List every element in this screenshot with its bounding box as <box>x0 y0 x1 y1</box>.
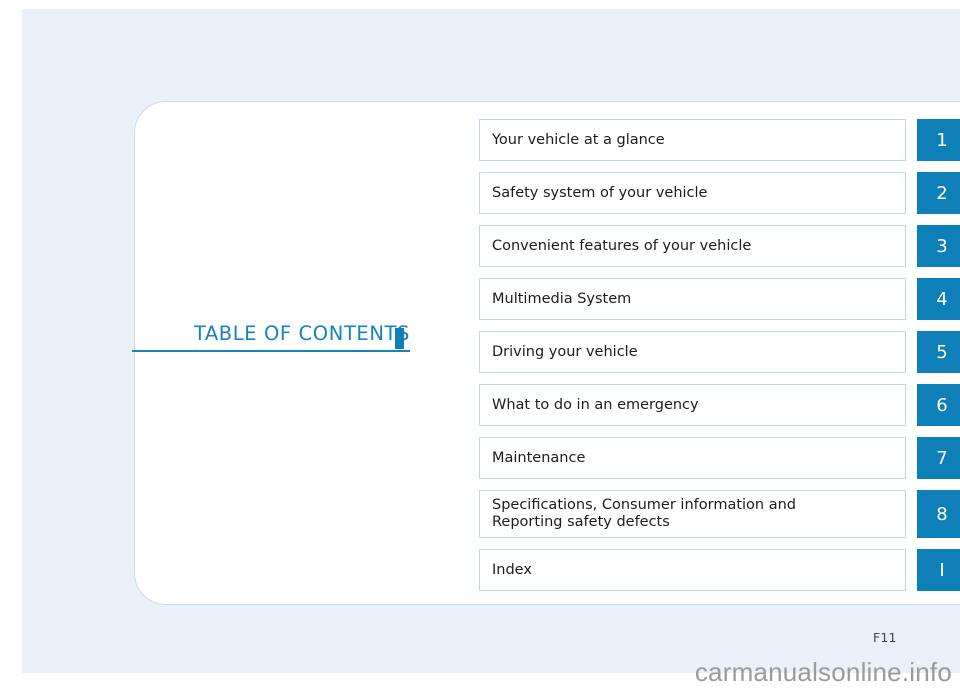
toc-chapter-link[interactable]: Index <box>479 549 906 591</box>
toc-chapter-title: Safety system of your vehicle <box>492 184 708 201</box>
toc-chapter-title: Convenient features of your vehicle <box>492 237 752 254</box>
toc-chapter-title: Maintenance <box>492 449 586 466</box>
toc-chapter-title: Multimedia System <box>492 290 632 307</box>
table-of-contents-row[interactable]: What to do in an emergency 6 <box>479 384 960 426</box>
toc-chapter-tab[interactable]: 3 <box>917 225 960 267</box>
toc-chapter-title: Index <box>492 561 532 578</box>
toc-chapter-link[interactable]: Safety system of your vehicle <box>479 172 906 214</box>
toc-chapter-title: What to do in an emergency <box>492 396 699 413</box>
table-of-contents-row[interactable]: Specifications, Consumer information and… <box>479 490 960 538</box>
manual-page-screenshot: TABLE OF CONTENTS Your vehicle at a glan… <box>0 0 960 689</box>
site-watermark: carmanualsonline.info <box>694 657 952 687</box>
table-of-contents-row[interactable]: Multimedia System 4 <box>479 278 960 320</box>
toc-chapter-tab[interactable]: 8 <box>917 490 960 538</box>
page-number: F11 <box>873 630 897 645</box>
section-heading: TABLE OF CONTENTS <box>132 321 410 351</box>
page-title: TABLE OF CONTENTS <box>193 322 410 345</box>
section-heading-marker-icon <box>395 328 404 349</box>
toc-chapter-link[interactable]: Maintenance <box>479 437 906 479</box>
toc-chapter-tab[interactable]: 5 <box>917 331 960 373</box>
toc-chapter-tab[interactable]: I <box>917 549 960 591</box>
table-of-contents-list: Your vehicle at a glance 1 Safety system o… <box>479 119 960 602</box>
page-sheet: TABLE OF CONTENTS Your vehicle at a glan… <box>22 9 960 673</box>
toc-chapter-link[interactable]: Specifications, Consumer information and… <box>479 490 906 538</box>
toc-chapter-link[interactable]: Convenient features of your vehicle <box>479 225 906 267</box>
toc-chapter-link[interactable]: Your vehicle at a glance <box>479 119 906 161</box>
toc-chapter-tab[interactable]: 2 <box>917 172 960 214</box>
table-of-contents-row[interactable]: Safety system of your vehicle 2 <box>479 172 960 214</box>
toc-chapter-tab[interactable]: 6 <box>917 384 960 426</box>
section-heading-underline <box>132 350 410 352</box>
toc-chapter-tab[interactable]: 1 <box>917 119 960 161</box>
table-of-contents-row[interactable]: Driving your vehicle 5 <box>479 331 960 373</box>
table-of-contents-row[interactable]: Your vehicle at a glance 1 <box>479 119 960 161</box>
toc-chapter-link[interactable]: What to do in an emergency <box>479 384 906 426</box>
toc-chapter-link[interactable]: Driving your vehicle <box>479 331 906 373</box>
toc-chapter-title: Specifications, Consumer information and… <box>492 497 796 530</box>
table-of-contents-row[interactable]: Convenient features of your vehicle 3 <box>479 225 960 267</box>
toc-chapter-link[interactable]: Multimedia System <box>479 278 906 320</box>
toc-chapter-tab[interactable]: 4 <box>917 278 960 320</box>
table-of-contents-row[interactable]: Maintenance 7 <box>479 437 960 479</box>
toc-chapter-title: Driving your vehicle <box>492 343 638 360</box>
toc-chapter-title: Your vehicle at a glance <box>492 131 665 148</box>
toc-chapter-tab[interactable]: 7 <box>917 437 960 479</box>
table-of-contents-row[interactable]: Index I <box>479 549 960 591</box>
